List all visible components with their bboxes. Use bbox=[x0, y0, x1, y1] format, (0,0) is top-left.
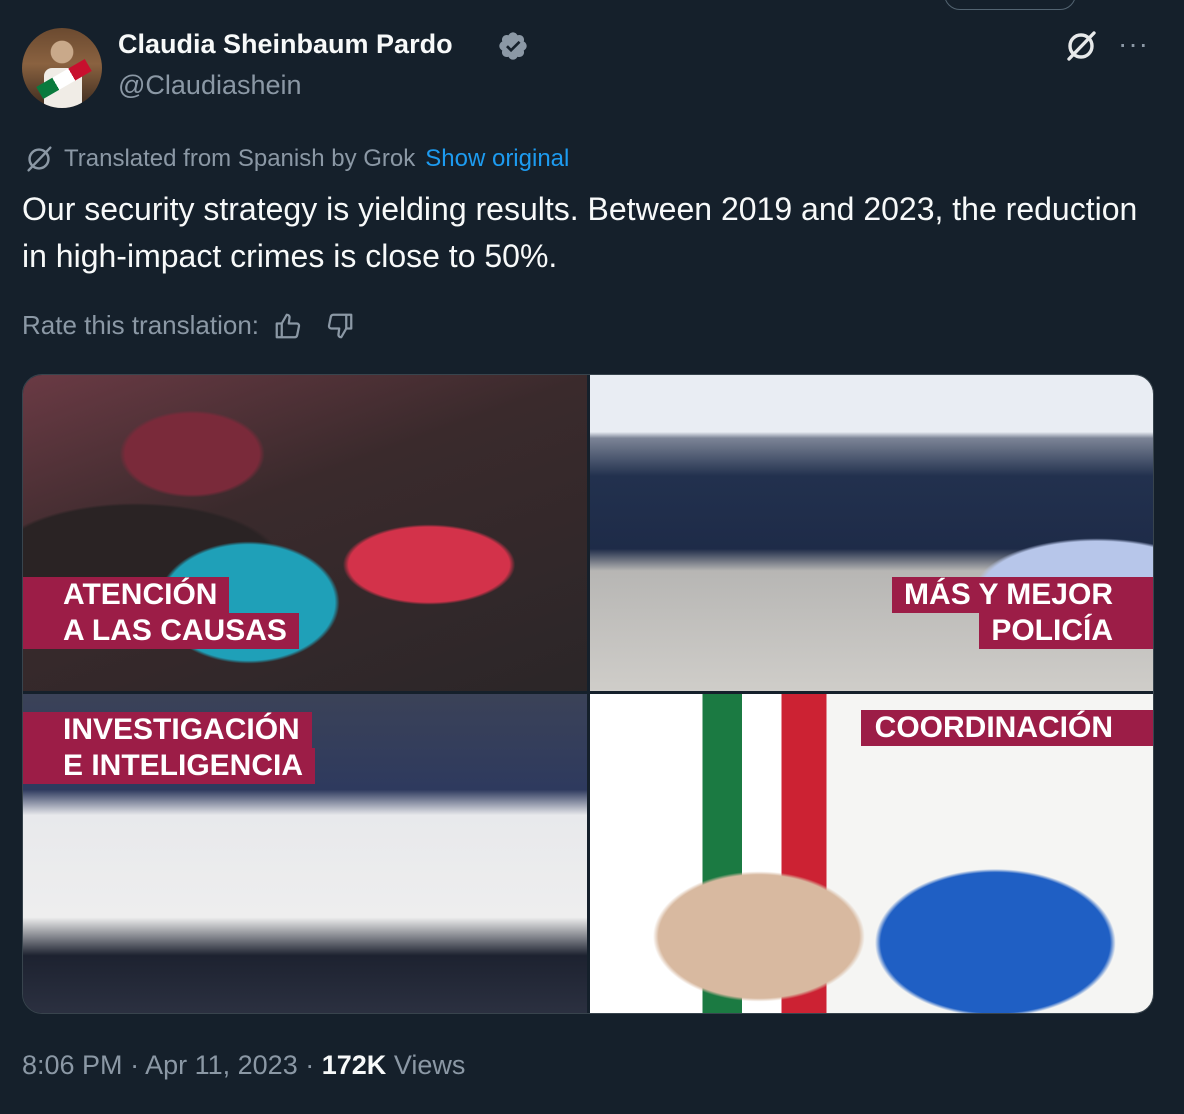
thumbs-up-icon[interactable] bbox=[273, 311, 303, 341]
separator-dot: · bbox=[130, 1050, 140, 1080]
verified-badge-icon bbox=[499, 32, 527, 60]
author-name[interactable]: Claudia Sheinbaum Pardo bbox=[118, 29, 453, 60]
author-handle[interactable]: @Claudiashein bbox=[118, 70, 302, 101]
media-grid[interactable]: ATENCIÓN A LAS CAUSAS MÁS Y MEJOR POLICÍ… bbox=[22, 374, 1154, 1014]
image-caption-line: ATENCIÓN bbox=[23, 577, 230, 613]
image-caption-line: MÁS Y MEJOR bbox=[892, 577, 1153, 613]
rate-translation: Rate this translation: bbox=[22, 310, 355, 341]
translation-notice: Translated from Spanish by Grok Show ori… bbox=[22, 142, 569, 176]
tweet-meta: 8:06 PM · Apr 11, 2023 · 172K Views bbox=[22, 1050, 465, 1081]
translation-note: Translated from Spanish by Grok bbox=[64, 145, 416, 172]
header-pill-button[interactable] bbox=[944, 0, 1076, 10]
more-icon[interactable]: ··· bbox=[1118, 30, 1149, 58]
image-caption-line: E INTELIGENCIA bbox=[23, 748, 316, 784]
separator-dot: · bbox=[305, 1050, 315, 1080]
image-caption-line: INVESTIGACIÓN bbox=[23, 712, 312, 748]
image-caption-line: A LAS CAUSAS bbox=[23, 613, 299, 649]
views-label: Views bbox=[393, 1050, 466, 1080]
media-image-investigacion[interactable]: INVESTIGACIÓN E INTELIGENCIA bbox=[23, 694, 587, 1013]
tweet-time[interactable]: 8:06 PM bbox=[22, 1050, 123, 1080]
grok-icon bbox=[27, 146, 52, 172]
avatar[interactable] bbox=[22, 28, 102, 108]
show-original-link[interactable]: Show original bbox=[425, 145, 569, 173]
rate-label: Rate this translation: bbox=[22, 310, 260, 340]
image-caption-line: COORDINACIÓN bbox=[860, 710, 1153, 746]
image-caption-line: POLICÍA bbox=[979, 613, 1153, 649]
views-count: 172K bbox=[321, 1050, 387, 1080]
media-image-policia[interactable]: MÁS Y MEJOR POLICÍA bbox=[590, 375, 1153, 691]
media-image-atencion[interactable]: ATENCIÓN A LAS CAUSAS bbox=[23, 375, 587, 691]
tweet-date[interactable]: Apr 11, 2023 bbox=[145, 1050, 298, 1080]
grok-icon[interactable] bbox=[1063, 28, 1099, 64]
tweet-text: Our security strategy is yielding result… bbox=[22, 191, 1138, 274]
thumbs-down-icon[interactable] bbox=[325, 311, 355, 341]
media-image-coordinacion[interactable]: COORDINACIÓN bbox=[590, 694, 1153, 1013]
